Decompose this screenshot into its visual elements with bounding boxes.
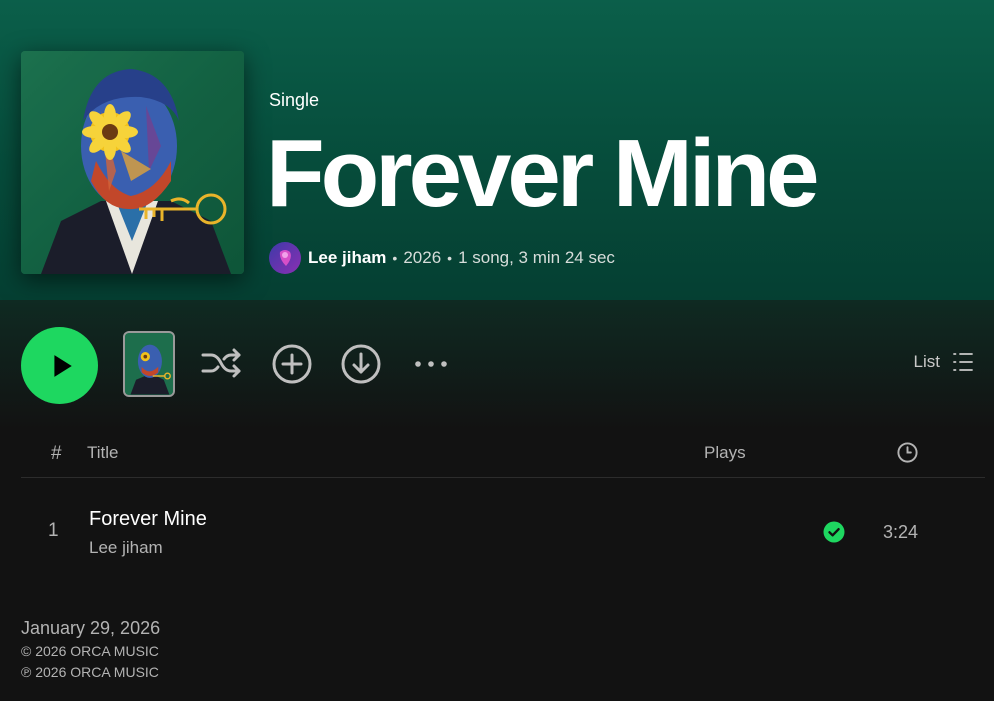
track-number: 1 [48, 520, 59, 541]
meta-separator: • [447, 249, 453, 266]
clock-icon [896, 441, 919, 464]
release-date: January 29, 2026 [21, 618, 161, 638]
album-summary: 1 song, 3 min 24 sec [458, 247, 615, 267]
mini-cover-button[interactable] [123, 331, 175, 397]
shuffle-button[interactable] [199, 342, 243, 386]
add-to-library-button[interactable] [270, 342, 314, 386]
list-view-icon [953, 353, 973, 371]
album-title: Forever Mine [266, 120, 820, 227]
track-duration: 3:24 [883, 522, 919, 542]
download-button[interactable] [339, 342, 383, 386]
play-icon [53, 354, 72, 377]
column-number: # [51, 443, 62, 464]
album-page: Single Forever Mine Lee jiham • 2026 • 1… [0, 0, 994, 701]
album-cover[interactable] [21, 51, 244, 274]
more-options-icon [415, 361, 447, 367]
column-title: Title [87, 443, 119, 462]
track-artist[interactable]: Lee jiham [89, 538, 163, 558]
more-options-button[interactable] [409, 342, 453, 386]
shuffle-icon [201, 348, 241, 378]
copyright-text: © 2026 ORCA MUSIC [21, 643, 159, 659]
view-mode-toggle[interactable]: List [914, 351, 974, 373]
track-row[interactable]: 1 Forever Mine Lee jiham 3:24 [21, 494, 985, 568]
tracklist-header: # Title Plays [21, 430, 985, 478]
artist-avatar[interactable] [269, 241, 301, 274]
play-button[interactable] [21, 327, 98, 404]
album-meta: Lee jiham • 2026 • 1 song, 3 min 24 sec [269, 241, 615, 274]
view-mode-label: List [913, 352, 940, 371]
artist-link[interactable]: Lee jiham [308, 248, 386, 268]
meta-separator: • [392, 249, 398, 266]
album-cover-art [21, 51, 244, 274]
download-icon [341, 344, 381, 384]
add-circle-icon [272, 344, 312, 384]
check-circle-icon[interactable] [823, 521, 845, 543]
album-header: Single Forever Mine Lee jiham • 2026 • 1… [0, 0, 994, 300]
mini-cover-art [125, 333, 173, 395]
release-type-label: Single [269, 90, 320, 110]
action-bar: List [0, 300, 994, 430]
release-year: 2026 [403, 247, 442, 267]
phonogram-copyright-text: ℗ 2026 ORCA MUSIC [21, 664, 159, 680]
column-plays: Plays [704, 443, 746, 462]
track-title[interactable]: Forever Mine [89, 508, 207, 531]
